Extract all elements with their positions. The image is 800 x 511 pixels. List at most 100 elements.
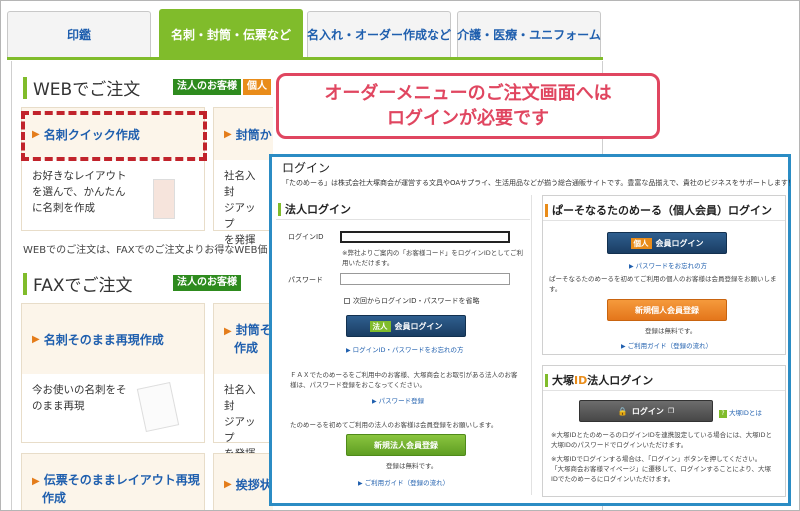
note-line: 様は、パスワード登録をおこなってください。	[290, 381, 426, 389]
heading-accent-bar	[545, 203, 548, 217]
desc-line: ジアップ	[224, 416, 256, 444]
usage-guide-link[interactable]: ▶ ご利用ガイド（登録の流れ）	[358, 477, 449, 487]
personal-tag: 個人	[630, 237, 652, 249]
card-aisatsujo[interactable]: ▶ 挨拶状	[213, 453, 273, 510]
heading-accent-bar	[278, 202, 281, 216]
note-line: 用いただけます。	[342, 259, 394, 267]
card-header[interactable]: ▶ 封筒そ 作成	[214, 304, 273, 374]
personal-usage-guide-link[interactable]: ▶ ご利用ガイド（登録の流れ）	[621, 340, 712, 350]
card-description: お好きなレイアウト を選んで、かんたん に名刺を作成	[22, 160, 204, 224]
category-tabs: 印鑑 名刺・封筒・伝票など 名入れ・オーダー作成など 介護・医療・ユニフォーム	[7, 9, 607, 59]
card-title: 挨拶状	[235, 477, 272, 492]
button-label: 会員ログイン	[394, 321, 443, 331]
note-line: IDでたのめーるにログインいただけます。	[551, 475, 675, 483]
desc-line: ジアップ	[224, 202, 256, 230]
callout-line-2: ログインが必要です	[387, 108, 549, 129]
card-header[interactable]: ▶ 挨拶状	[214, 454, 273, 510]
otsuka-id-login-panel: 大塚 ID 法人ログイン 🔒 ログイン ❐ ? 大塚IDとは ※大塚IDとたのめーるのロ…	[542, 365, 786, 497]
first-time-personal-note: ぱーそなるたのめーるを初めてご利用の個人のお客様は会員登録をお願いします。	[549, 275, 777, 293]
note-line: 大塚IDのパスワードでログインいただけます。	[551, 441, 688, 449]
corporate-login-panel: 法人ログイン ログインID ※弊社よりご案内の「お客様コード」をログインIDとし…	[276, 195, 532, 495]
divider	[543, 390, 785, 391]
desc-line: 社名入封	[224, 384, 256, 412]
checkbox-icon[interactable]	[344, 298, 350, 304]
tab-inkan[interactable]: 印鑑	[7, 11, 151, 57]
tab-underline	[7, 57, 603, 60]
heading-accent-bar	[545, 373, 548, 387]
tab-kaigo-iryo-uniform[interactable]: 介護・医療・ユニフォーム	[457, 11, 601, 57]
personal-forgot-password-link[interactable]: ▶ パスワードをお忘れの方	[629, 260, 707, 270]
personal-member-login-button[interactable]: 個人 会員ログイン	[607, 232, 727, 254]
login-id-input[interactable]	[340, 231, 510, 243]
card-futo-saigen[interactable]: ▶封筒そ 作成 社名入封 ジアップ を発揮	[213, 303, 273, 460]
corporate-tag: 法人	[369, 320, 391, 332]
business-card-thumbnail	[153, 179, 175, 219]
corporate-member-login-button[interactable]: 法人 会員ログイン	[346, 315, 466, 337]
new-personal-register-button[interactable]: 新規個人会員登録	[607, 299, 727, 321]
screenshot-frame: 印鑑 名刺・封筒・伝票など 名入れ・オーダー作成など 介護・医療・ユニフォーム …	[0, 0, 800, 511]
triangle-right-icon: ▶	[358, 480, 363, 487]
first-time-corporate-note: たのめーるを初めてご利用の法人のお客様は会員登録をお願いします。	[290, 421, 498, 429]
password-label: パスワード	[288, 276, 323, 284]
otsuka-id-login-note: ※大塚IDでログインする場合は、「ログイン」ボタンを押してください。 「大塚商会…	[551, 454, 771, 484]
forgot-id-password-link[interactable]: ▶ ログインID・パスワードをお忘れの方	[346, 344, 464, 354]
triangle-right-icon: ▶	[372, 398, 377, 405]
link-text: パスワードをお忘れの方	[635, 262, 708, 270]
heading-text: 法人ログイン	[587, 374, 654, 387]
triangle-right-icon: ▶	[621, 343, 626, 350]
password-register-link[interactable]: ▶ パスワード登録	[372, 395, 424, 405]
login-screen-overlay: ログイン 「たのめーる」は株式会社大塚商会が運営する文具やOAサプライ、生活用品…	[269, 154, 795, 506]
triangle-right-icon: ▶	[629, 263, 634, 270]
fax-order-heading: FAXでご注文	[23, 271, 133, 296]
otsuka-id-login-heading: 大塚 ID 法人ログイン	[545, 372, 653, 388]
external-window-icon: ❐	[667, 407, 675, 415]
web-order-heading: WEBでご注文	[23, 75, 140, 100]
card-title: 封筒そ	[235, 323, 272, 337]
note-line: 「大塚商会お客様マイページ」に遷移して、ログインすることにより、大塚	[551, 465, 771, 473]
card-title: 封筒か	[235, 127, 272, 142]
link-text: ログインID・パスワードをお忘れの方	[352, 346, 464, 354]
login-id-label: ログインID	[288, 233, 324, 241]
badge-corporate: 法人のお客様	[173, 275, 241, 291]
link-text: 大塚IDとは	[729, 409, 762, 417]
button-label: ログイン	[631, 406, 664, 416]
badge-corporate: 法人のお客様	[173, 79, 241, 95]
personal-login-panel: ぱーそなるたのめーる（個人会員）ログイン 個人 会員ログイン ▶ パスワードをお忘れ…	[542, 195, 786, 355]
heading-text: 法人ログイン	[285, 203, 351, 216]
register-free-note: 登録は無料です。	[386, 462, 438, 470]
desc-line: 社名入封	[224, 170, 256, 198]
card-title: 作成	[42, 491, 67, 505]
password-input[interactable]	[340, 273, 510, 285]
tab-meishi-futo-denpyo[interactable]: 名刺・封筒・伝票など	[159, 9, 303, 59]
triangle-right-icon: ▶	[224, 128, 232, 140]
triangle-right-icon: ▶	[224, 326, 232, 337]
remember-login-checkbox[interactable]: 次回からログインID・パスワードを省略	[344, 296, 479, 306]
card-header[interactable]: ▶ 封筒か	[214, 108, 273, 160]
web-price-note: WEBでのご注文は、FAXでのご注文よりお得なWEB価	[23, 245, 268, 256]
triangle-right-icon: ▶	[346, 347, 351, 354]
tab-naire-order[interactable]: 名入れ・オーダー作成など	[307, 11, 451, 57]
heading-id-text: ID	[574, 373, 588, 387]
fax-order-title: FAXでご注文	[33, 276, 133, 296]
divider	[276, 219, 530, 220]
card-title: 名刺そのまま再現作成	[43, 332, 164, 347]
link-text: パスワード登録	[378, 397, 425, 405]
card-header[interactable]: ▶ 伝票そのままレイアウト再現 作成	[22, 454, 204, 510]
login-required-callout: オーダーメニューのご注文画面へは ログインが必要です	[276, 73, 660, 139]
highlight-dashed-box	[21, 111, 207, 161]
web-order-title: WEBでご注文	[33, 80, 141, 100]
heading-text: 大塚	[552, 374, 574, 387]
link-text: ご利用ガイド（登録の流れ）	[627, 342, 713, 350]
login-id-note: ※弊社よりご案内の「お客様コード」をログインIDとしてご利 用いただけます。	[342, 248, 523, 268]
button-label: 新規法人会員登録	[374, 440, 438, 450]
card-header[interactable]: ▶ 名刺そのまま再現作成	[22, 304, 204, 374]
heading-text: ぱーそなるたのめーる（個人会員）ログイン	[552, 204, 772, 217]
card-futo[interactable]: ▶ 封筒か 社名入封 ジアップ を発揮	[213, 107, 273, 246]
otsuka-id-login-button[interactable]: 🔒 ログイン ❐	[579, 400, 713, 422]
heading-accent-bar	[23, 272, 27, 295]
card-title: 作成	[234, 341, 259, 355]
note-line: ＦＡＸでたのめーるをご利用中のお客様、大塚商会とお取引がある法人のお客	[290, 371, 518, 379]
new-corporate-register-button[interactable]: 新規法人会員登録	[346, 434, 466, 456]
what-is-otsuka-id-link[interactable]: ? 大塚IDとは	[719, 407, 762, 418]
card-denpyo-saigen[interactable]: ▶ 伝票そのままレイアウト再現 作成	[21, 453, 205, 510]
